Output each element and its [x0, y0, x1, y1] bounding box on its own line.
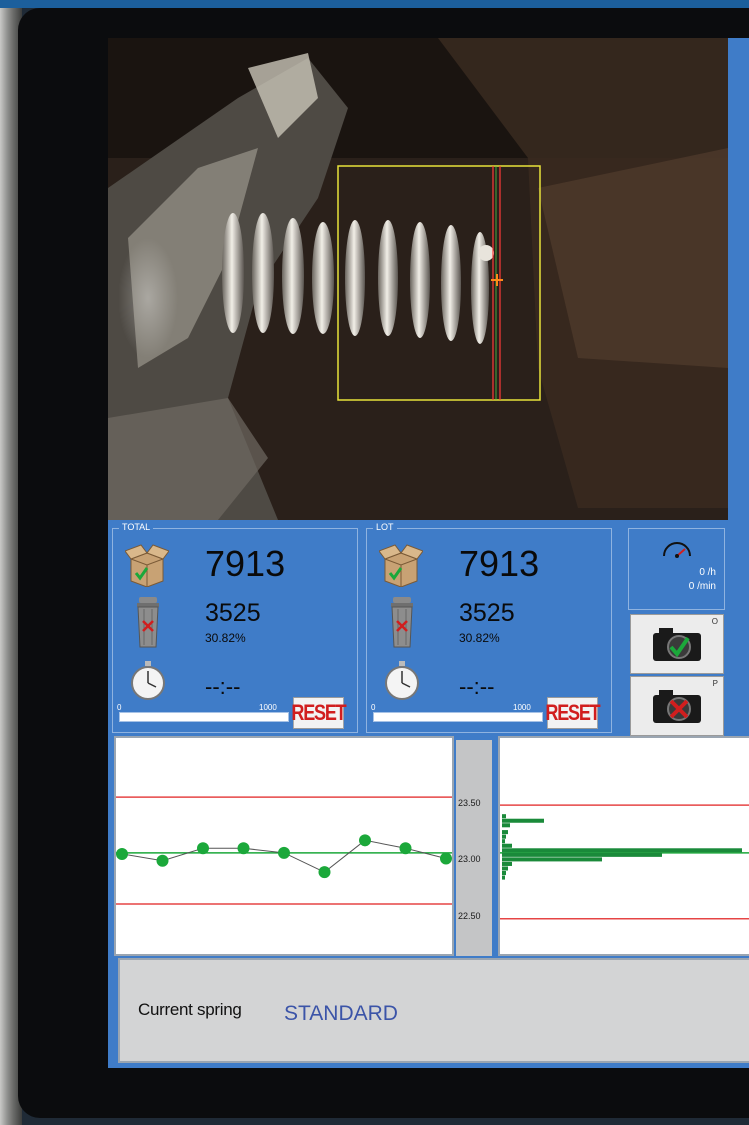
control-chart [114, 736, 454, 956]
y-axis-scale: 23.50 23.00 22.50 [456, 740, 492, 956]
histogram-chart [498, 736, 749, 956]
data-point [440, 852, 452, 865]
histogram-bar [502, 866, 508, 871]
progress-max: 1000 [259, 703, 277, 712]
camera-reject-icon [653, 690, 701, 723]
speed-per-hour: 0 /h [699, 567, 716, 578]
good-images-button[interactable]: O [630, 614, 724, 674]
speedometer-icon [663, 542, 691, 558]
button-tag: P [712, 679, 718, 688]
panel-title: LOT [373, 522, 397, 532]
data-point [318, 866, 331, 879]
histogram-bar [502, 875, 505, 880]
camera-side-strip [728, 38, 749, 520]
reset-button[interactable]: RESET [545, 697, 601, 729]
histogram-bar [502, 830, 508, 835]
camera-ok-icon [653, 628, 701, 661]
trash-bin-icon [137, 597, 159, 648]
histogram-bar [502, 839, 505, 844]
current-spring-label: Current spring [138, 1000, 242, 1019]
histogram-bar [502, 852, 662, 857]
histogram-plot [500, 804, 749, 920]
hmi-screen: TOTAL 7913 3525 30.82% --:-- 0 1000 RESE… [108, 38, 749, 1068]
histogram-bar [502, 818, 544, 823]
progress-min: 0 [371, 703, 376, 712]
stopwatch-icon [131, 661, 165, 700]
trash-bin-icon [391, 597, 413, 648]
speed-panel: 0 /h 0 /min [628, 528, 725, 610]
histogram-bar [502, 823, 510, 828]
histogram-bar [502, 871, 506, 876]
histogram-bar [502, 814, 506, 819]
y-tick-label: 23.00 [458, 854, 481, 865]
reset-button[interactable]: RESET [291, 697, 347, 729]
good-count: 7913 [205, 543, 286, 584]
camera-view[interactable] [108, 38, 728, 520]
elapsed-time: --:-- [459, 674, 495, 699]
histogram-bar [502, 848, 742, 853]
histogram-bar [502, 857, 602, 862]
reject-count: 3525 [205, 599, 261, 627]
status-footer: Current spring STANDARD [118, 958, 749, 1063]
reject-count: 3525 [459, 599, 515, 627]
data-point [278, 846, 290, 859]
panel-title: TOTAL [119, 522, 154, 532]
spring-image [108, 38, 728, 520]
progress-bar [119, 712, 289, 722]
lot-counter-panel: LOT 7913 3525 30.82% --:-- 0 1000 RESET [366, 522, 612, 733]
progress-max: 1000 [513, 703, 531, 712]
box-ok-icon [125, 544, 169, 587]
histogram-bar [502, 843, 512, 848]
y-tick-label: 22.50 [458, 911, 481, 922]
box-ok-icon [379, 544, 423, 587]
reject-percent: 30.82% [205, 631, 246, 645]
speed-per-minute: 0 /min [688, 581, 716, 592]
progress-min: 0 [117, 703, 122, 712]
data-point [116, 847, 128, 860]
top-edge [0, 0, 749, 8]
button-tag: O [711, 617, 718, 626]
total-counter-panel: TOTAL 7913 3525 30.82% --:-- 0 1000 RESE… [112, 522, 358, 733]
reject-images-button[interactable]: P [630, 676, 724, 736]
data-point [156, 854, 169, 867]
data-point [399, 842, 412, 855]
elapsed-time: --:-- [205, 674, 241, 699]
data-point [197, 842, 209, 855]
good-count: 7913 [459, 543, 540, 584]
stopwatch-icon [385, 661, 419, 700]
reject-percent: 30.82% [459, 631, 500, 645]
current-spring-value[interactable]: STANDARD [284, 1002, 398, 1026]
progress-bar [373, 712, 543, 722]
control-chart-plot [116, 796, 452, 905]
y-tick-label: 23.50 [458, 797, 481, 808]
data-point [237, 842, 250, 855]
data-point [359, 834, 371, 847]
histogram-bar [502, 861, 512, 866]
histogram-bar [502, 834, 506, 839]
